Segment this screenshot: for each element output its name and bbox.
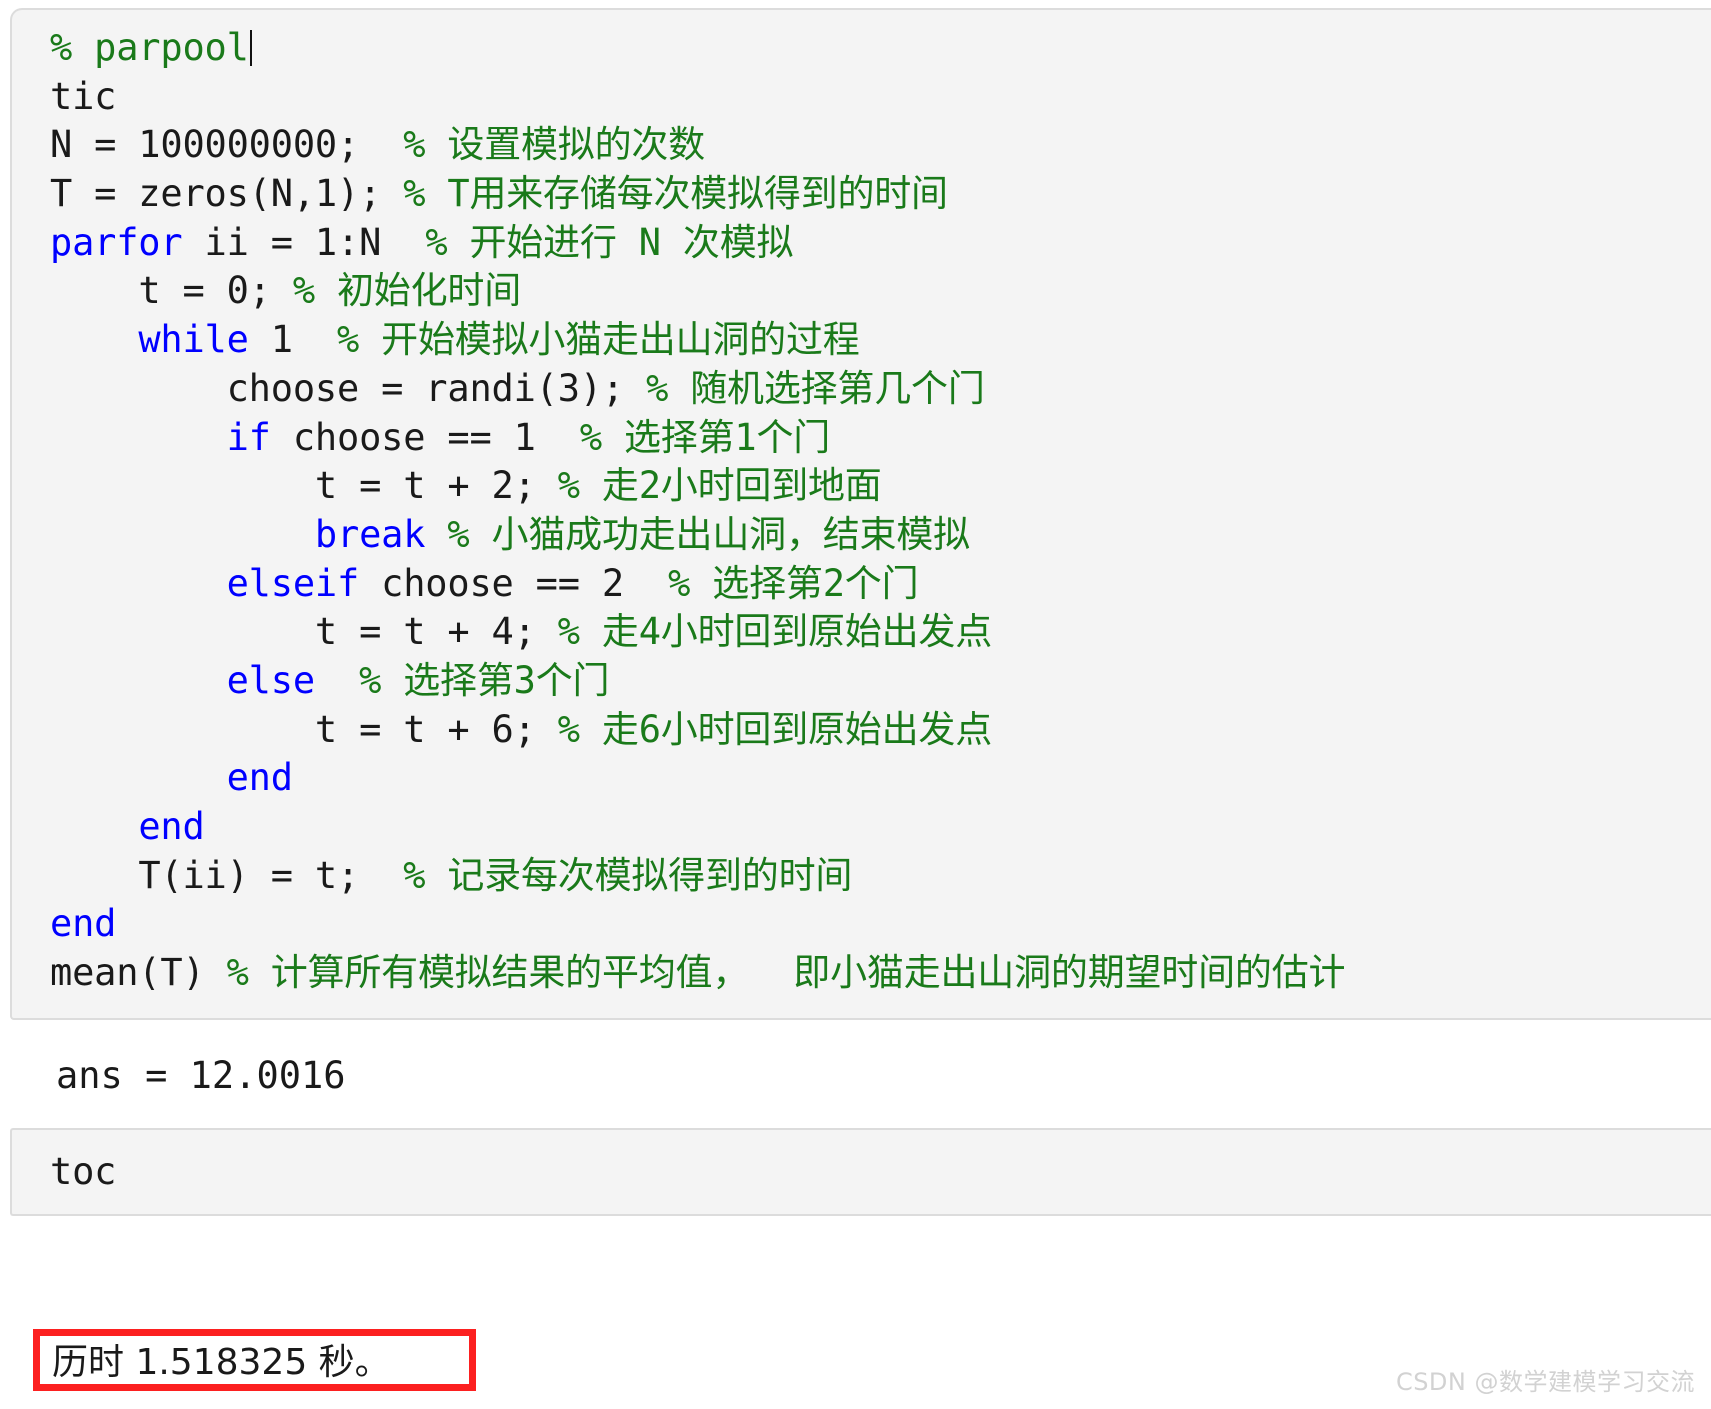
code-cell-body[interactable]: % parpool tic N = 100000000; % 设置模拟的次数 T = … — [50, 24, 1711, 998]
code-token-plain: ii = 1:N — [182, 220, 426, 264]
code-line: t = t + 4; % 走4小时回到原始出发点 — [50, 608, 1711, 657]
code-token-plain: choose == 2 — [359, 561, 669, 605]
code-token-plain: choose == 1 — [270, 415, 580, 459]
code-token-kw: while — [138, 318, 249, 362]
code-token-kw: elseif — [226, 561, 360, 605]
code-token-cmt: % 初始化时间 — [292, 269, 521, 313]
code-token-kw: break — [314, 512, 426, 556]
code-token-kw: end — [138, 805, 205, 848]
code-line: tic — [50, 73, 1711, 122]
code-token-plain: t = t + 4; — [314, 610, 558, 654]
code-token-cmt: % 选择第2个门 — [668, 561, 919, 605]
code-token-kw: parfor — [50, 220, 183, 264]
code-token-cmt: % 随机选择第几个门 — [646, 366, 985, 410]
code-token-plain: 1 — [248, 318, 338, 362]
code-line: t = 0; % 初始化时间 — [50, 267, 1711, 316]
code-token-plain: t = t + 6; — [314, 707, 558, 751]
code-token-plain: N = 100000000; — [50, 123, 404, 167]
code-line: % parpool — [50, 24, 1711, 73]
code-token-cmt: % 选择第3个门 — [359, 658, 610, 702]
code-token-kw: end — [50, 902, 117, 946]
code-line: parfor ii = 1:N % 开始进行 N 次模拟 — [50, 219, 1711, 268]
elapsed-time-highlight-box: 历时 1.518325 秒。 — [33, 1329, 476, 1391]
code-token-cmt: % 选择第1个门 — [579, 415, 831, 459]
code-token-cmt: % parpool — [50, 26, 249, 69]
code-line: T(ii) = t; % 记录每次模拟得到的时间 — [50, 852, 1711, 901]
code-token-kw: else — [226, 658, 316, 702]
code-token-kw: end — [226, 756, 293, 800]
elapsed-time-text: 历时 1.518325 秒。 — [52, 1342, 391, 1383]
code-line: t = t + 6; % 走6小时回到原始出发点 — [50, 706, 1711, 755]
code-line: choose = randi(3); % 随机选择第几个门 — [50, 365, 1711, 414]
code-line: end — [50, 900, 1711, 949]
code-token-cmt: % 小猫成功走出山洞，结束模拟 — [447, 512, 970, 556]
toc-code-cell[interactable]: toc — [10, 1128, 1711, 1216]
code-line: end — [50, 754, 1711, 803]
code-token-cmt: % 计算所有模拟结果的平均值， 即小猫走出山洞的期望时间的估计 — [226, 951, 1346, 995]
code-token-plain: T(ii) = t; — [138, 853, 404, 897]
code-line: N = 100000000; % 设置模拟的次数 — [50, 121, 1711, 170]
code-token-cmt: % T用来存储每次模拟得到的时间 — [403, 172, 948, 216]
code-token-cmt: % 走4小时回到原始出发点 — [557, 610, 992, 654]
text-cursor — [249, 30, 252, 66]
code-token-cmt: % 设置模拟的次数 — [403, 123, 705, 167]
code-token-kw: if — [226, 415, 271, 459]
code-token-plain: tic — [50, 74, 117, 118]
code-line: while 1 % 开始模拟小猫走出山洞的过程 — [50, 316, 1711, 365]
code-line: break % 小猫成功走出山洞，结束模拟 — [50, 511, 1711, 560]
code-line: t = t + 2; % 走2小时回到地面 — [50, 462, 1711, 511]
code-token-plain: mean(T) — [50, 951, 227, 995]
code-token-plain: toc — [50, 1150, 117, 1193]
code-token-cmt: % 走2小时回到地面 — [557, 464, 882, 508]
code-line: elseif choose == 2 % 选择第2个门 — [50, 560, 1711, 609]
code-token-plain: choose = randi(3); — [226, 366, 647, 410]
csdn-watermark: CSDN @数学建模学习交流 — [1395, 1368, 1695, 1396]
code-line: mean(T) % 计算所有模拟结果的平均值， 即小猫走出山洞的期望时间的估计 — [50, 949, 1711, 998]
code-token-cmt: % 记录每次模拟得到的时间 — [403, 853, 853, 897]
code-line: else % 选择第3个门 — [50, 657, 1711, 706]
code-token-cmt: % 开始进行 N 次模拟 — [425, 220, 794, 264]
code-line: end — [50, 803, 1711, 852]
ans-output-text: ans = 12.0016 — [56, 1054, 346, 1097]
code-token-cmt: % 走6小时回到原始出发点 — [557, 707, 992, 751]
code-token-plain: T = zeros(N,1); — [50, 172, 404, 216]
matlab-code-cell[interactable]: % parpool tic N = 100000000; % 设置模拟的次数 T = … — [10, 8, 1711, 1020]
code-line: T = zeros(N,1); % T用来存储每次模拟得到的时间 — [50, 170, 1711, 219]
code-token-plain: t = 0; — [138, 269, 293, 313]
toc-cell-body[interactable]: toc — [50, 1148, 1711, 1197]
code-token-plain: t = t + 2; — [314, 464, 558, 508]
code-token-cmt: % 开始模拟小猫走出山洞的过程 — [337, 318, 860, 362]
code-line: toc — [50, 1148, 1711, 1197]
code-line: if choose == 1 % 选择第1个门 — [50, 414, 1711, 463]
